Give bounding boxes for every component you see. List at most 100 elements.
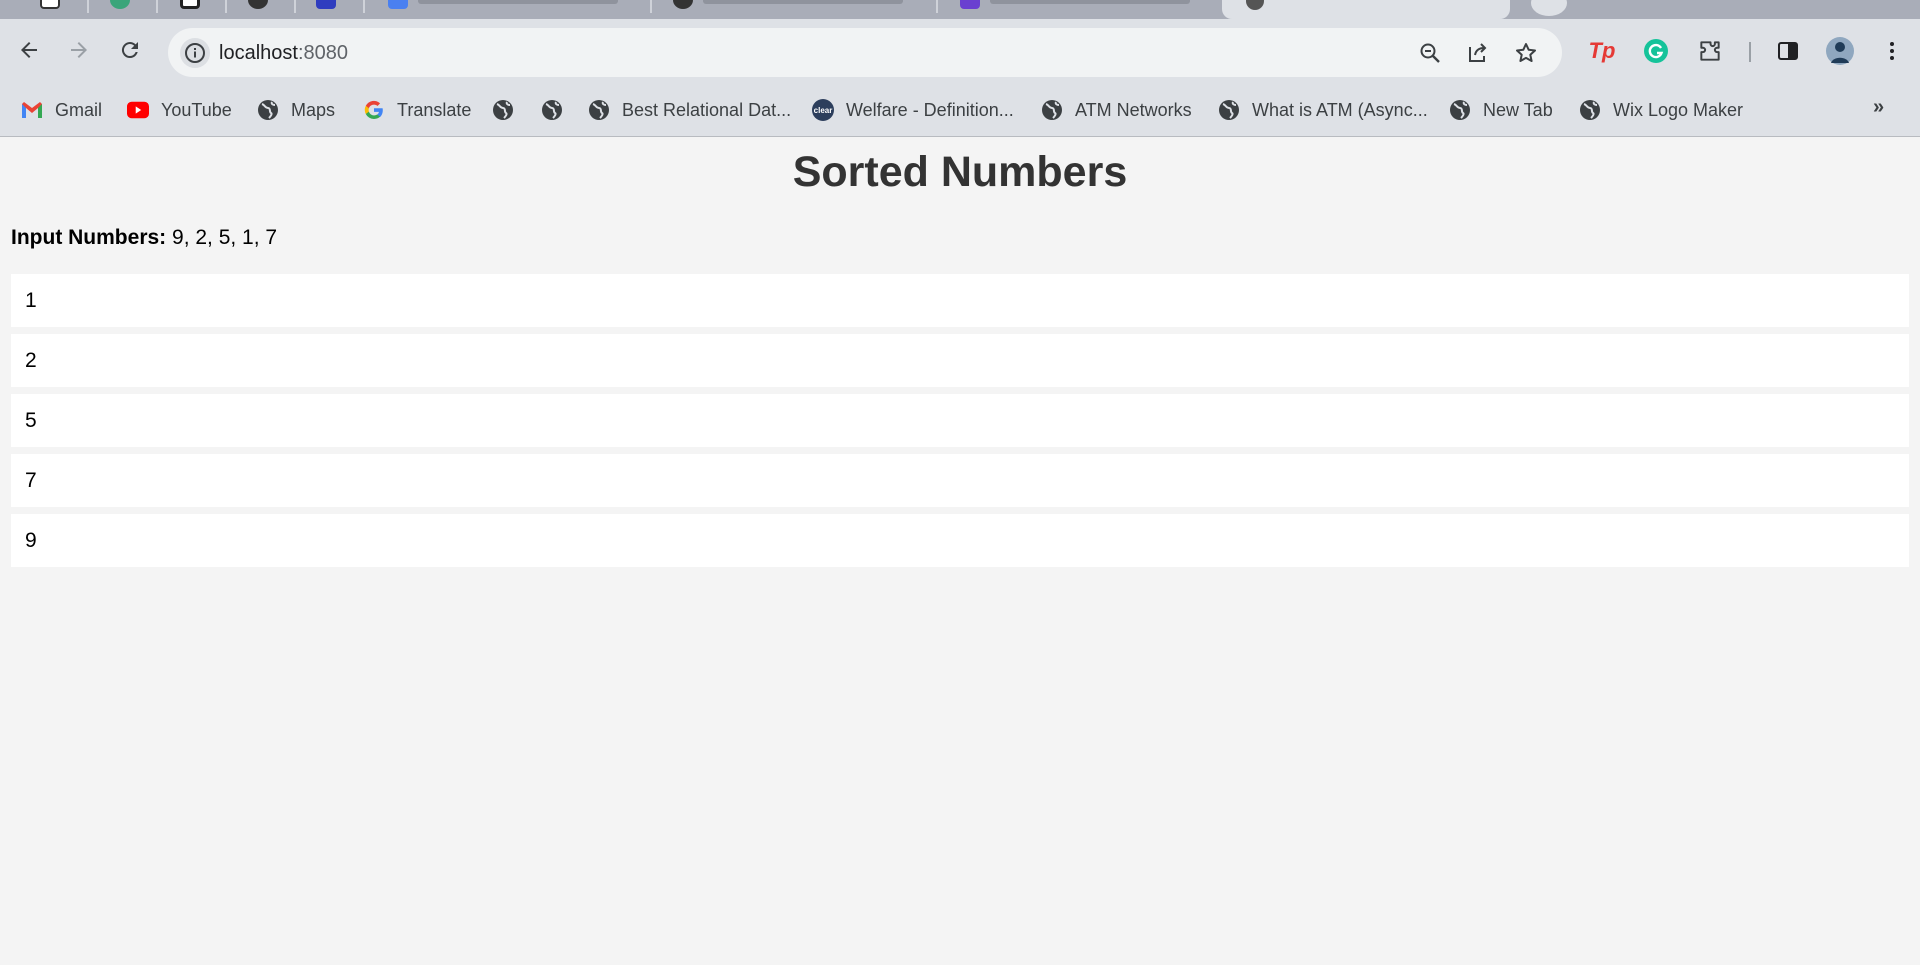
list-item: 2 <box>11 334 1909 387</box>
globe-icon <box>492 99 514 121</box>
tab-favicon <box>110 0 130 9</box>
forward-button[interactable] <box>64 35 94 65</box>
address-bar[interactable]: localhost:8080 <box>168 28 1562 77</box>
bookmark-gmail[interactable]: Gmail <box>21 96 102 124</box>
tab-strip <box>0 0 1920 19</box>
bookmark-star-button[interactable] <box>1512 39 1540 67</box>
bookmark-youtube[interactable]: YouTube <box>127 96 232 124</box>
globe-icon <box>1218 99 1240 121</box>
tab-active[interactable] <box>1222 0 1510 19</box>
tab-favicon <box>388 0 408 9</box>
extensions-button[interactable] <box>1695 36 1725 66</box>
zoom-button[interactable] <box>1416 39 1444 67</box>
bookmarks-overflow-button[interactable]: » <box>1873 96 1884 119</box>
bookmark-label: Best Relational Dat... <box>622 99 792 120</box>
bookmark-label: Welfare - Definition... <box>846 99 1014 120</box>
globe-icon <box>257 99 279 121</box>
gmail-icon <box>21 99 43 121</box>
tab-separator <box>936 0 938 13</box>
reload-icon <box>121 42 138 59</box>
forward-arrow-icon <box>71 42 87 58</box>
input-numbers-line: Input Numbers: 9, 2, 5, 1, 7 <box>11 226 277 250</box>
bookmark-unnamed-1[interactable] <box>492 96 526 124</box>
clear-badge-text: clear <box>813 105 833 115</box>
bookmark-label: Wix Logo Maker <box>1613 99 1744 120</box>
share-button[interactable] <box>1464 39 1492 67</box>
bookmark-what-is-atm[interactable]: What is ATM (Async... <box>1218 96 1428 124</box>
tab-favicon <box>180 0 200 9</box>
side-panel-button[interactable] <box>1773 36 1803 66</box>
back-arrow-icon <box>21 42 37 58</box>
page-content: Sorted Numbers Input Numbers: 9, 2, 5, 1… <box>0 138 1920 965</box>
page-title: Sorted Numbers <box>792 148 1128 196</box>
input-numbers-label: Input Numbers: <box>11 226 167 249</box>
url-host: localhost <box>219 42 298 64</box>
globe-icon <box>1579 99 1601 121</box>
google-icon <box>363 99 385 121</box>
url-text[interactable]: localhost:8080 <box>219 42 348 65</box>
share-icon <box>1469 43 1487 62</box>
clear-icon: clear <box>812 99 834 121</box>
tab-separator <box>650 0 652 13</box>
bookmark-atm-networks[interactable]: ATM Networks <box>1041 96 1192 124</box>
list-item: 7 <box>11 454 1909 507</box>
bookmark-best-relational[interactable]: Best Relational Dat... <box>588 96 791 124</box>
bookmark-maps[interactable]: Maps <box>257 96 335 124</box>
profile-button[interactable] <box>1825 36 1855 66</box>
input-numbers-value: 9, 2, 5, 1, 7 <box>172 226 278 249</box>
more-vertical-icon <box>1890 42 1894 60</box>
tab-favicon <box>40 0 60 9</box>
side-panel-icon <box>1778 42 1798 60</box>
tab-title <box>418 0 618 4</box>
browser-toolbar: localhost:8080 Tp <box>0 19 1920 84</box>
star-icon <box>1516 43 1536 62</box>
tab-favicon <box>673 0 693 9</box>
bookmark-wix-logo-maker[interactable]: Wix Logo Maker <box>1579 96 1743 124</box>
browser-menu-button[interactable] <box>1877 36 1907 66</box>
extension-tp-button[interactable]: Tp <box>1587 36 1617 66</box>
tab-separator <box>294 0 296 13</box>
avatar <box>1826 37 1854 65</box>
url-port: :8080 <box>297 42 348 64</box>
site-info-button[interactable] <box>180 38 210 68</box>
zoom-out-icon <box>1420 43 1440 63</box>
bookmark-label: Gmail <box>55 99 103 120</box>
tab-favicon <box>1246 0 1264 10</box>
extension-grammarly-button[interactable] <box>1641 36 1671 66</box>
globe-icon <box>1041 99 1063 121</box>
bookmark-translate[interactable]: Translate <box>363 96 471 124</box>
sorted-numbers-list: 1 2 5 7 9 <box>11 274 1909 574</box>
tab-separator <box>156 0 158 13</box>
bookmark-label: What is ATM (Async... <box>1252 99 1428 120</box>
bookmark-label: Maps <box>291 99 336 120</box>
bookmarks-bar: Gmail YouTube Maps Translate Best Relati… <box>0 84 1920 137</box>
globe-icon <box>588 99 610 121</box>
bookmark-label: New Tab <box>1483 99 1553 120</box>
tab-title <box>703 0 903 4</box>
list-item: 1 <box>11 274 1909 327</box>
bookmark-label: YouTube <box>161 99 232 120</box>
tab-title <box>990 0 1190 4</box>
globe-icon <box>1449 99 1471 121</box>
toolbar-divider <box>1749 42 1751 62</box>
tab-favicon <box>316 0 336 9</box>
list-item: 5 <box>11 394 1909 447</box>
youtube-icon <box>127 99 149 121</box>
tab-separator <box>87 0 89 13</box>
list-item: 9 <box>11 514 1909 567</box>
puzzle-icon <box>1700 41 1720 61</box>
tab-separator <box>363 0 365 13</box>
info-icon <box>185 43 205 63</box>
bookmark-welfare[interactable]: clear Welfare - Definition... <box>812 96 1014 124</box>
bookmark-label: ATM Networks <box>1075 99 1192 120</box>
bookmark-label: Translate <box>397 99 472 120</box>
bookmark-new-tab[interactable]: New Tab <box>1449 96 1553 124</box>
new-tab-button[interactable] <box>1531 0 1567 16</box>
back-button[interactable] <box>14 35 44 65</box>
grammarly-icon <box>1644 39 1668 63</box>
tp-icon: Tp <box>1588 38 1616 63</box>
bookmark-unnamed-2[interactable] <box>541 96 575 124</box>
globe-icon <box>541 99 563 121</box>
reload-button[interactable] <box>115 35 145 65</box>
tab-separator <box>225 0 227 13</box>
